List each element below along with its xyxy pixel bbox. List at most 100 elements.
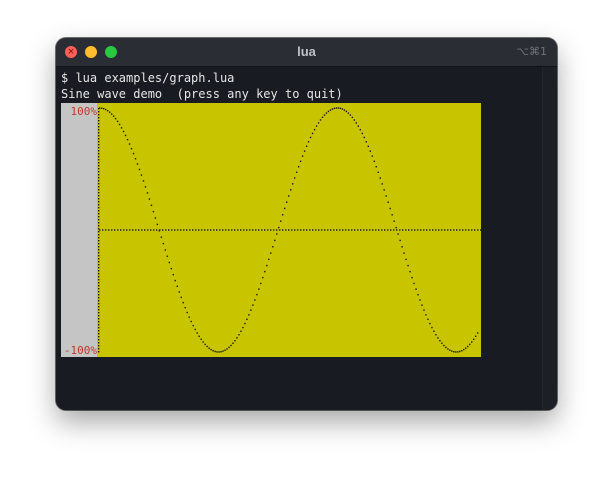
y-axis-dot (98, 255, 100, 257)
zero-line-dot (330, 229, 332, 231)
zero-line-dot (357, 229, 359, 231)
sine-point (268, 258, 270, 261)
sine-point (136, 163, 139, 165)
y-axis-dot (98, 312, 100, 314)
y-axis-dot (98, 345, 100, 347)
sine-point (144, 186, 147, 188)
y-axis-dot (98, 177, 100, 179)
zero-line-dot (360, 229, 362, 231)
y-axis-dot (98, 282, 100, 284)
y-axis-dot (98, 213, 100, 215)
zero-line-dot (258, 229, 260, 231)
sine-point (289, 189, 292, 191)
y-axis-dot (98, 171, 100, 173)
zero-line-dot (429, 229, 431, 231)
y-axis-dot (98, 303, 100, 305)
y-axis-dot (98, 195, 100, 197)
zero-line-dot (435, 229, 437, 231)
y-axis-dot (98, 276, 100, 278)
sine-point (427, 318, 429, 321)
sine-point (331, 108, 334, 110)
sine-point (274, 239, 276, 242)
sine-point (108, 111, 111, 113)
zero-line-dot (447, 229, 449, 231)
y-axis-dot (98, 168, 100, 170)
zero-line-dot (432, 229, 434, 231)
sine-point (256, 293, 258, 296)
sine-point (242, 326, 244, 329)
sine-point (200, 338, 202, 341)
y-axis-dot (98, 210, 100, 212)
sine-point (375, 166, 377, 168)
sine-point (124, 134, 127, 137)
sine-point (345, 110, 348, 113)
sine-point (114, 117, 117, 120)
sine-point (172, 273, 175, 276)
y-axis-dot (98, 156, 100, 158)
sine-point (132, 152, 135, 155)
y-axis-dot (98, 279, 100, 281)
zero-line-dot (306, 229, 308, 231)
sine-point (389, 207, 391, 210)
sine-point (226, 348, 228, 350)
zero-line-dot (174, 229, 176, 231)
y-axis-dot (98, 297, 100, 299)
zero-line-dot (135, 229, 137, 231)
y-axis-dot (98, 225, 100, 227)
sine-point (457, 351, 459, 353)
sine-point (391, 214, 393, 216)
sine-point (435, 334, 437, 336)
sine-point (162, 242, 165, 245)
zero-line-dot (408, 229, 410, 231)
scrollbar[interactable] (542, 67, 557, 410)
y-axis-dot (98, 180, 100, 182)
sine-point (188, 316, 190, 318)
y-axis-dot (98, 351, 100, 353)
sine-point (212, 350, 214, 352)
zero-line-dot (312, 229, 314, 231)
sine-point (467, 345, 469, 348)
sine-point (327, 110, 330, 113)
zero-line-dot (192, 229, 194, 231)
zero-line-dot (204, 229, 206, 231)
y-axis-dot (98, 117, 100, 119)
zero-line-dot (288, 229, 290, 231)
zero-line-dot (210, 229, 212, 231)
terminal-window: × lua ⌥⌘1 $ lua examples/graph.lua Sine … (56, 38, 557, 410)
sine-point (461, 350, 463, 352)
zero-line-dot (417, 229, 419, 231)
y-axis-dot (98, 333, 100, 335)
sine-point (455, 351, 457, 353)
sine-point (311, 132, 314, 135)
sine-point (104, 108, 107, 111)
y-axis-dot (98, 162, 100, 164)
zero-line-dot (252, 229, 254, 231)
zero-line-dot (105, 229, 107, 231)
sine-point (341, 108, 344, 110)
sine-point (325, 112, 328, 114)
sine-point (230, 344, 232, 347)
sine-point (407, 264, 409, 267)
zero-line-dot (411, 229, 413, 231)
window-shortcut: ⌥⌘1 (516, 45, 547, 58)
sine-point (184, 306, 186, 309)
sine-point (180, 296, 182, 299)
sine-point (377, 171, 379, 173)
title-bar[interactable]: × lua ⌥⌘1 (56, 38, 557, 67)
y-axis-dot (98, 126, 100, 128)
sine-point (224, 349, 226, 351)
sine-point (373, 160, 375, 163)
y-axis-dot (98, 315, 100, 317)
sine-point (272, 246, 274, 248)
y-axis-dot (98, 144, 100, 146)
sine-point (415, 288, 417, 290)
y-axis-dot (98, 138, 100, 140)
sine-point (194, 328, 196, 331)
zero-line-dot (273, 229, 275, 231)
y-axis-dot (98, 114, 100, 116)
sine-point (315, 125, 318, 127)
terminal-pane[interactable]: $ lua examples/graph.lua Sine wave demo … (56, 67, 557, 410)
zero-line-dot (132, 229, 134, 231)
zero-line-dot (300, 229, 302, 231)
sine-point (258, 288, 260, 290)
